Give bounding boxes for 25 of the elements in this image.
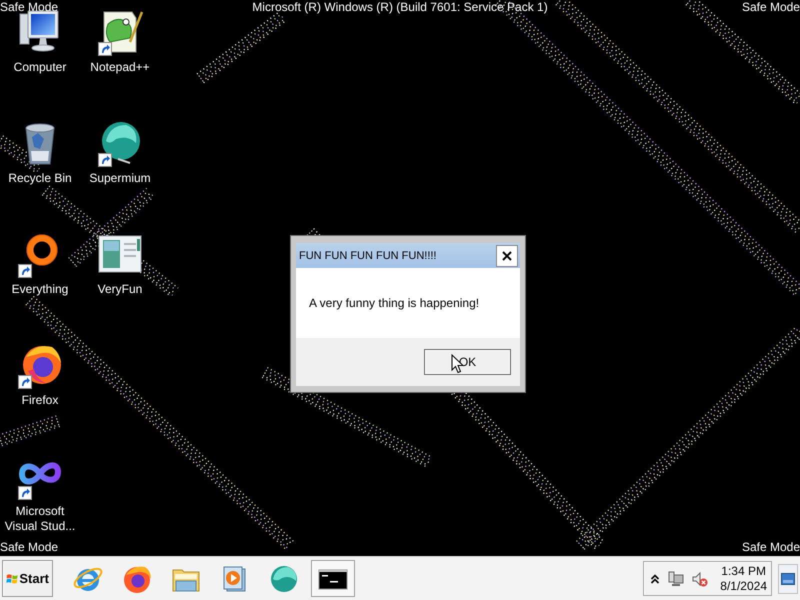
icon-label[interactable]: Notepad++ xyxy=(82,60,158,75)
icon-label[interactable]: Recycle Bin xyxy=(2,171,78,186)
safe-mode-label: Safe Mode xyxy=(742,0,800,15)
network-icon[interactable] xyxy=(668,570,684,586)
show-desktop-button[interactable] xyxy=(778,564,798,594)
start-button[interactable]: Start xyxy=(2,560,53,597)
icon-label[interactable]: Computer xyxy=(2,60,78,75)
dialog-message: A very funny thing is happening! xyxy=(309,296,480,310)
dialog-title: FUN FUN FUN FUN FUN!!!! xyxy=(299,250,436,262)
screen-icon xyxy=(781,572,795,584)
icon-label[interactable]: Everything xyxy=(2,282,78,297)
clock-time[interactable]: 1:34 PM xyxy=(721,564,766,578)
close-icon[interactable] xyxy=(502,250,512,260)
build-info-text: Microsoft (R) Windows (R) (Build 7601: Service Pack 1) xyxy=(252,0,548,15)
close-button[interactable] xyxy=(496,244,518,266)
speaker-icon[interactable] xyxy=(692,570,708,586)
safe-mode-label: Safe Mode xyxy=(0,540,58,555)
icon-label[interactable]: Firefox xyxy=(2,393,78,408)
icon-label[interactable]: Supermium xyxy=(82,171,158,186)
safe-mode-label: Safe Mode xyxy=(0,0,58,15)
icon-label[interactable]: Microsoft Visual Stud... xyxy=(2,504,78,534)
taskbar-button[interactable] xyxy=(311,560,355,597)
safe-mode-label: Safe Mode xyxy=(742,540,800,555)
clock-date[interactable]: 8/1/2024 xyxy=(720,578,767,594)
icon-label[interactable]: VeryFun xyxy=(82,282,158,297)
